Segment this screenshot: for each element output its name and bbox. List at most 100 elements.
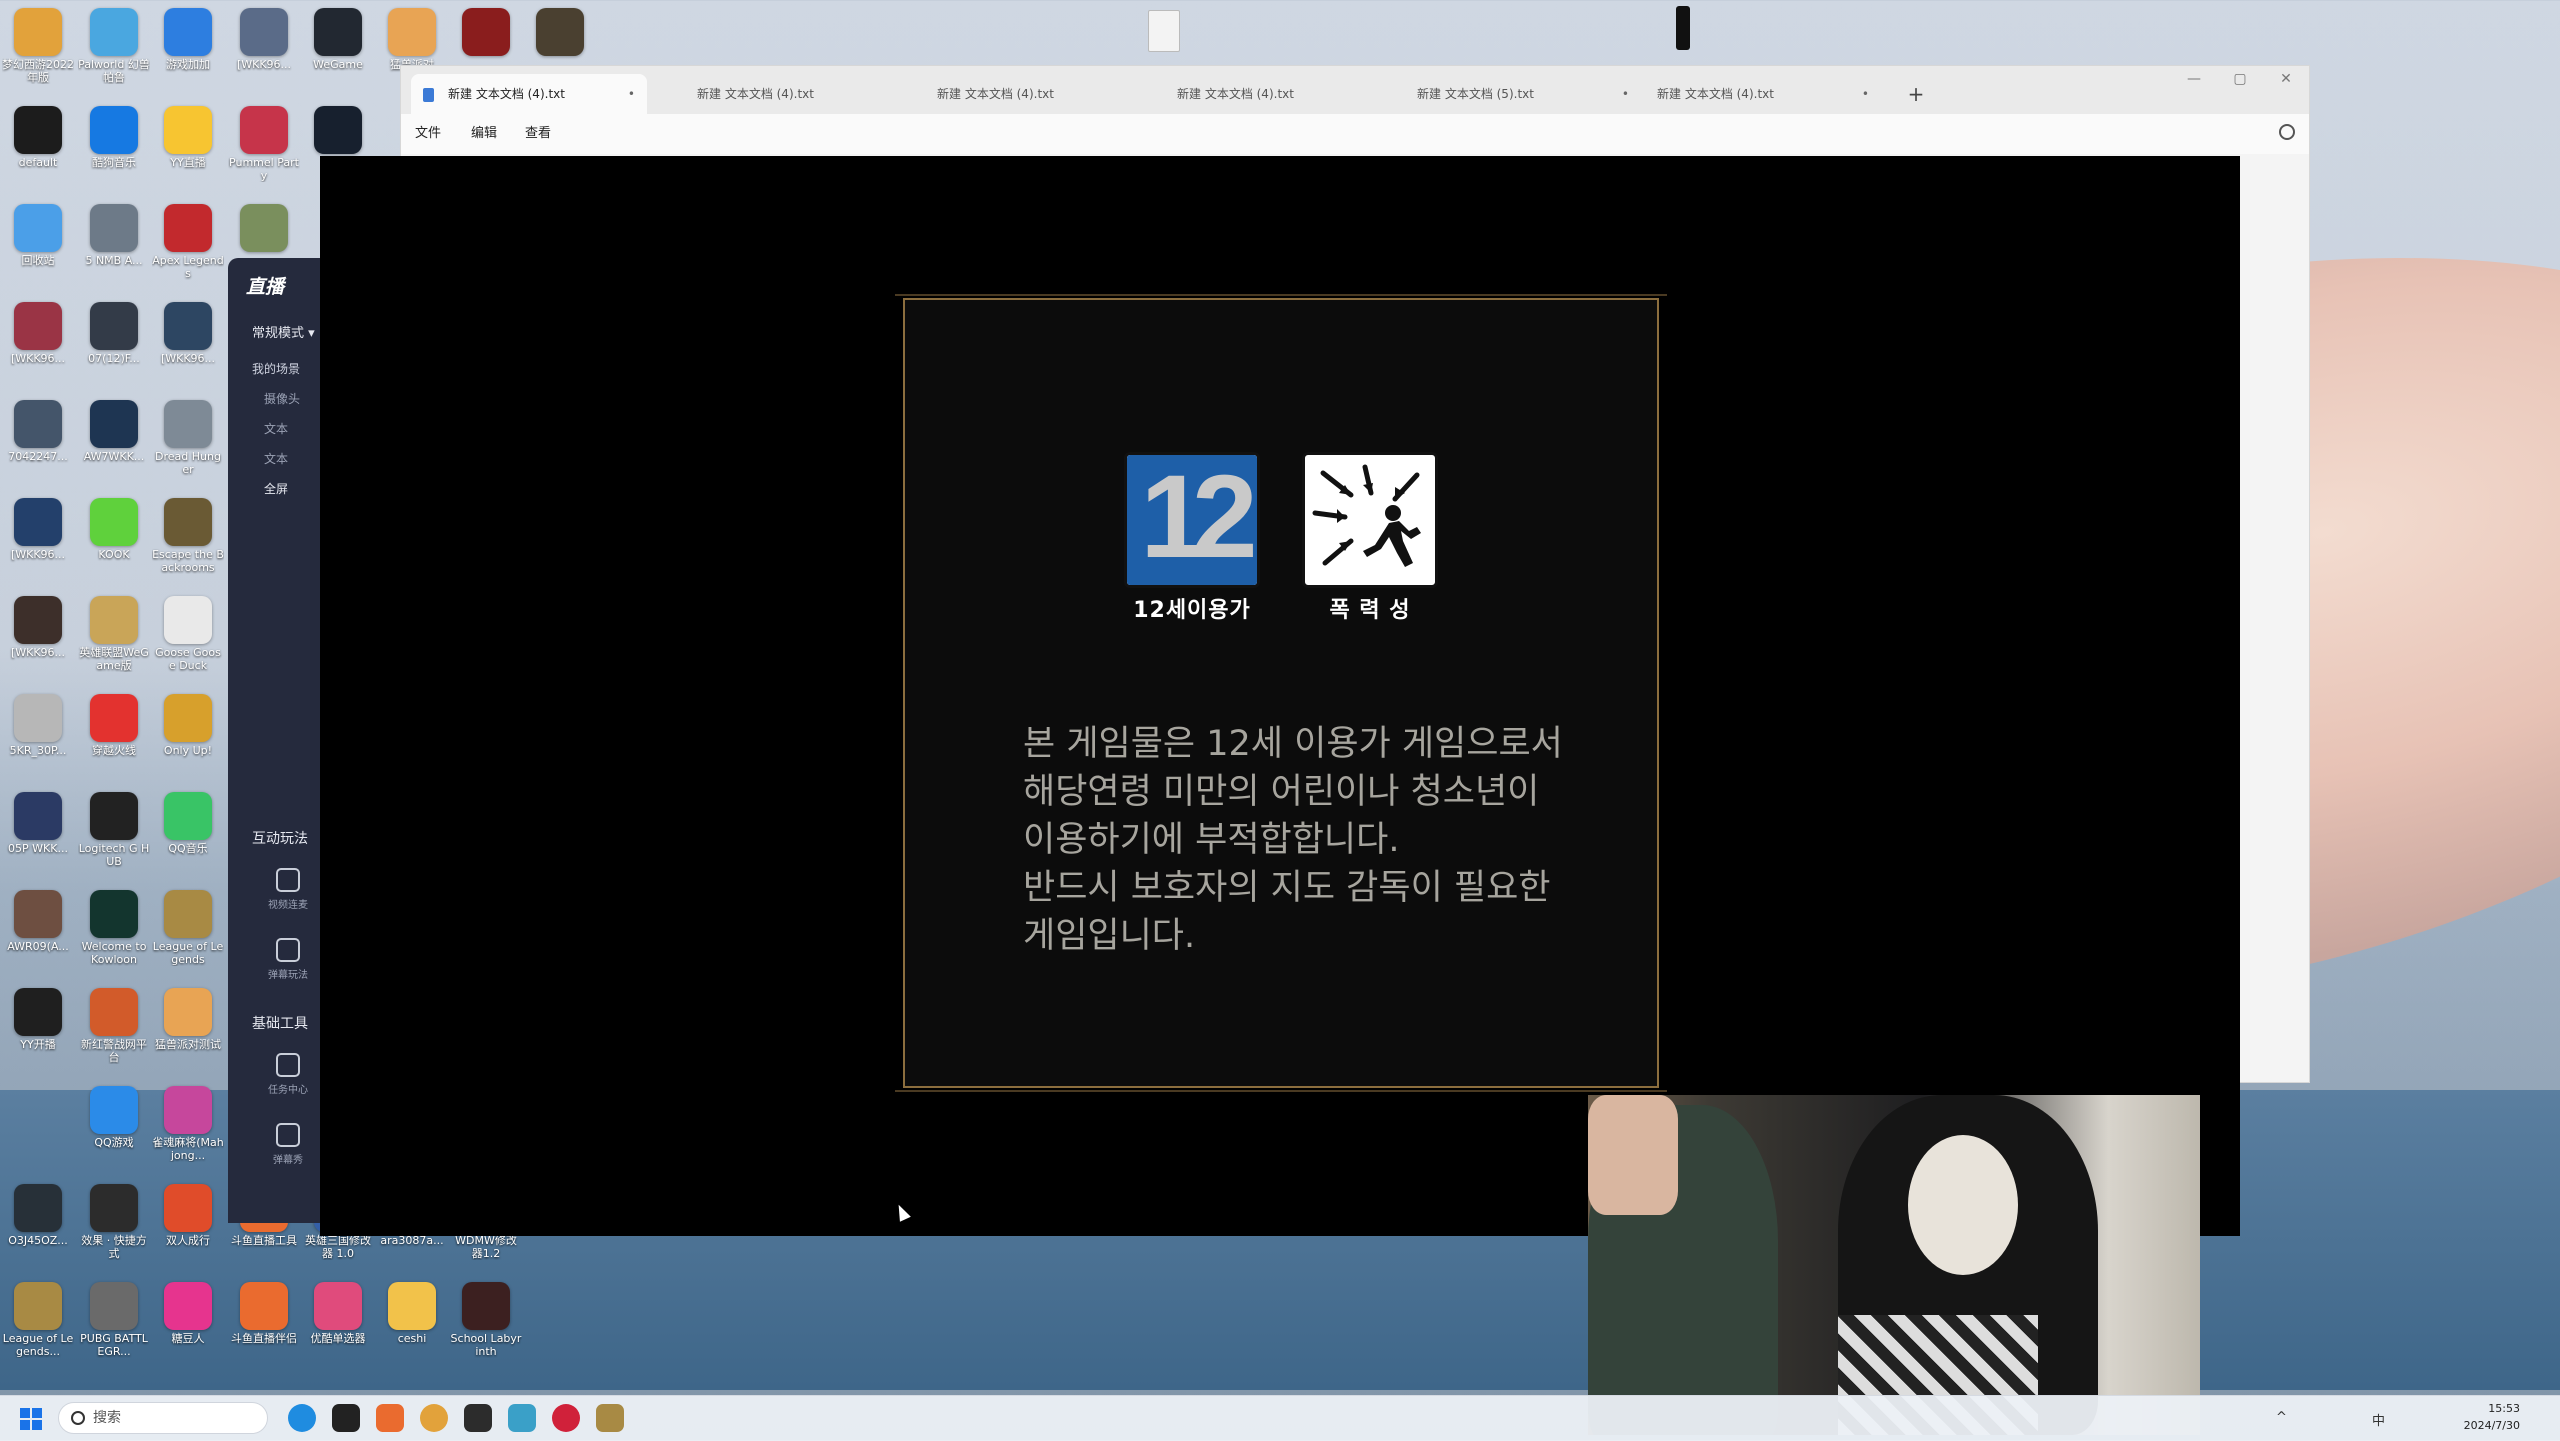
shortcut-label: 效果 · 快捷方式 <box>81 1234 147 1260</box>
desktop-shortcut[interactable]: YY直播 <box>152 102 224 196</box>
desktop-shortcut[interactable]: Escape the Backrooms <box>152 494 224 588</box>
app-icon <box>14 8 62 56</box>
league-icon[interactable] <box>596 1404 624 1432</box>
desktop-shortcut[interactable]: Logitech G HUB <box>78 788 150 882</box>
desktop-shortcut[interactable]: School Labyrinth <box>450 1278 522 1372</box>
desktop-phone-icon[interactable] <box>1676 6 1690 50</box>
tab-file-3[interactable]: 新建 文本文档 (4).txt <box>925 74 1161 114</box>
desktop-shortcut[interactable]: QQ音乐 <box>152 788 224 882</box>
douyu-icon[interactable] <box>376 1404 404 1432</box>
desktop-shortcut[interactable]: 05P WKK... <box>2 788 74 882</box>
tab-file-4[interactable]: 新建 文本文档 (4).txt <box>1165 74 1401 114</box>
desktop-shortcut[interactable]: ceshi <box>376 1278 448 1372</box>
settings-gear-icon[interactable] <box>2279 124 2295 140</box>
desktop-shortcut[interactable]: 新红警战网平台 <box>78 984 150 1078</box>
desktop-shortcut[interactable]: [WKK96... <box>228 4 300 98</box>
desktop-shortcut[interactable]: 双人成行 <box>152 1180 224 1274</box>
desktop-shortcut[interactable]: 酷狗音乐 <box>78 102 150 196</box>
desktop-shortcut[interactable]: League of Legends... <box>2 1278 74 1372</box>
danmaku-play-tool[interactable]: 弹幕玩法 <box>258 938 318 981</box>
desktop-shortcut[interactable]: QQ游戏 <box>78 1082 150 1176</box>
desktop-shortcut[interactable]: default <box>2 102 74 196</box>
maximize-button[interactable]: ▢ <box>2217 66 2263 92</box>
app-icon <box>90 302 138 350</box>
desktop-shortcut[interactable]: Goose Goose Duck <box>152 592 224 686</box>
game-icon[interactable] <box>420 1404 448 1432</box>
desktop-shortcut[interactable]: Dread Hunger <box>152 396 224 490</box>
shortcut-label: Only Up! <box>163 744 213 757</box>
windows-start-icon[interactable] <box>20 1408 42 1430</box>
close-button[interactable]: ✕ <box>2263 66 2309 92</box>
unsaved-dot[interactable]: • <box>1622 74 1629 114</box>
age-rating-caption: 12세이용가 <box>1133 598 1251 623</box>
app-icon[interactable] <box>464 1404 492 1432</box>
tab-file-2[interactable]: 新建 文本文档 (4).txt <box>685 74 921 114</box>
desktop-shortcut[interactable]: [WKK96... <box>2 592 74 686</box>
desktop-shortcut[interactable]: PUBG BATTLEGR... <box>78 1278 150 1372</box>
input-method-indicator[interactable]: 中 <box>2372 1410 2385 1429</box>
task-center-tool[interactable]: 任务中心 <box>258 1053 318 1096</box>
scene-item-text[interactable]: 文本 <box>264 420 288 437</box>
scene-item-fullscreen[interactable]: 全屏 <box>264 480 288 497</box>
danmaku-show-tool[interactable]: 弹幕秀 <box>258 1123 318 1166</box>
shortcut-label: 英雄联盟WeGame版 <box>79 646 149 672</box>
menu-file[interactable]: 文件 <box>415 114 441 154</box>
desktop-shortcut[interactable]: 游戏加加 <box>152 4 224 98</box>
video-link-tool[interactable]: 视频连麦 <box>258 868 318 911</box>
desktop-shortcut[interactable]: Only Up! <box>152 690 224 784</box>
desktop-shortcut[interactable]: 糖豆人 <box>152 1278 224 1372</box>
desktop-shortcut[interactable]: League of Legends <box>152 886 224 980</box>
tab-file-1[interactable]: 新建 文本文档 (4).txt • <box>411 74 647 114</box>
desktop-shortcut[interactable]: 回收站 <box>2 200 74 294</box>
desktop-shortcut[interactable]: 梦幻西游2022年版 <box>2 4 74 98</box>
desktop-shortcut[interactable]: 5KR_30P... <box>2 690 74 784</box>
desktop-shortcut[interactable]: Palworld 幻兽帕鲁 <box>78 4 150 98</box>
desktop-shortcut[interactable]: 优酷单选器 <box>302 1278 374 1372</box>
desktop-shortcut[interactable]: YY开播 <box>2 984 74 1078</box>
desktop-shortcut[interactable]: 5 NMB A... <box>78 200 150 294</box>
shortcut-label: 斗鱼直播工具 <box>231 1234 297 1247</box>
desktop-shortcut[interactable]: AWR09(A... <box>2 886 74 980</box>
system-clock[interactable]: 15:53 2024/7/30 <box>2464 1400 2520 1434</box>
tray-expand-icon[interactable]: ^ <box>2276 1410 2287 1425</box>
desktop-shortcut[interactable]: AW7WKK... <box>78 396 150 490</box>
desktop-shortcut[interactable]: 猛兽派对测试 <box>152 984 224 1078</box>
desktop-shortcut[interactable]: 斗鱼直播伴侣 <box>228 1278 300 1372</box>
desktop-shortcut[interactable]: 穿越火线 <box>78 690 150 784</box>
app-icon[interactable] <box>332 1404 360 1432</box>
tab-file-5[interactable]: 新建 文本文档 (5).txt • <box>1405 74 1641 114</box>
game-window[interactable]: 12 12세이용가 폭 력 성 본 게임물은 12세 이용가 게임으로서 해당연… <box>320 156 2240 1236</box>
tab-file-6[interactable]: 新建 文本文档 (4).txt • <box>1645 74 1881 114</box>
desktop-shortcut[interactable]: KOOK <box>78 494 150 588</box>
app-icon <box>314 106 362 154</box>
add-tab-button[interactable]: + <box>1901 74 1931 114</box>
shortcut-label: 酷狗音乐 <box>92 156 136 169</box>
desktop-shortcut[interactable]: [WKK96... <box>2 494 74 588</box>
desktop-shortcut[interactable]: [WKK96... <box>2 298 74 392</box>
taskbar-search-input[interactable]: 搜索 <box>58 1402 268 1434</box>
desktop-shortcut[interactable]: Welcome to Kowloon <box>78 886 150 980</box>
menu-edit[interactable]: 编辑 <box>471 114 497 154</box>
desktop-shortcut[interactable]: 效果 · 快捷方式 <box>78 1180 150 1274</box>
desktop-shortcut[interactable]: 雀魂麻将(Mahjong... <box>152 1082 224 1176</box>
desktop-shortcut[interactable]: Pummel Party <box>228 102 300 196</box>
checklist-icon <box>276 1053 300 1077</box>
desktop-shortcut[interactable]: O3J45OZ... <box>2 1180 74 1274</box>
desktop-shortcut[interactable]: Apex Legends <box>152 200 224 294</box>
notepad-taskbar-icon[interactable] <box>508 1404 536 1432</box>
desktop-shortcut[interactable]: 英雄联盟WeGame版 <box>78 592 150 686</box>
unsaved-dot[interactable]: • <box>1862 74 1869 114</box>
desktop-shortcut[interactable]: 7042247... <box>2 396 74 490</box>
scene-item-camera[interactable]: 摄像头 <box>264 390 300 407</box>
mode-dropdown[interactable]: 常规模式 ▾ <box>252 322 315 341</box>
app-icon[interactable] <box>552 1404 580 1432</box>
desktop-shortcut[interactable]: [WKK96... <box>152 298 224 392</box>
minimize-button[interactable]: — <box>2171 66 2217 92</box>
menu-view[interactable]: 查看 <box>525 114 551 154</box>
desktop-shortcut[interactable]: 07(12)F... <box>78 298 150 392</box>
desktop-file-icon[interactable] <box>1148 10 1180 52</box>
desktop-shortcut[interactable]: WeGame <box>302 4 374 98</box>
edge-icon[interactable] <box>288 1404 316 1432</box>
unsaved-dot[interactable]: • <box>628 74 635 114</box>
scene-item-text[interactable]: 文本 <box>264 450 288 467</box>
